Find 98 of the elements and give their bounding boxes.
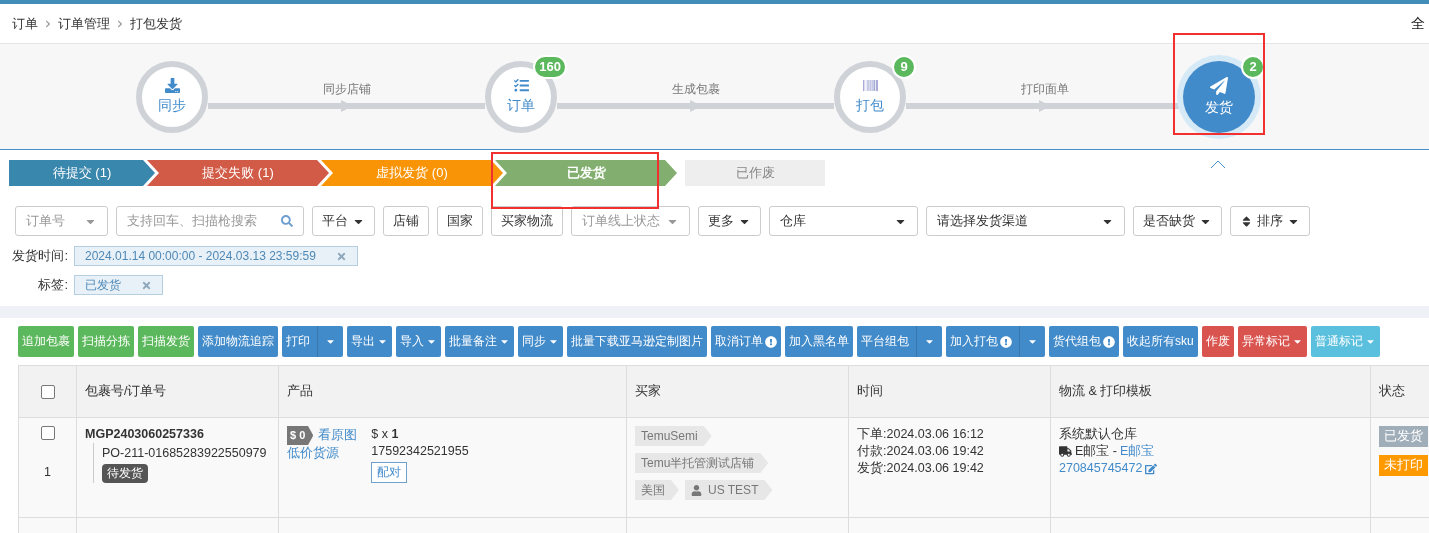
list-icon [513,78,529,93]
buyer-tag: TemuSemi [635,426,712,446]
warehouse-text: 系统默认仓库 [1059,426,1138,443]
column-header: 买家 [635,383,661,400]
close-icon[interactable] [141,279,152,291]
price-tag: $ 0 [287,426,314,445]
carrier-text: E邮宝 - [1075,443,1117,460]
alert-icon [765,335,777,348]
carrier-link[interactable]: E邮宝 [1120,443,1155,460]
filter-button[interactable]: 国家 [437,206,483,236]
pair-button[interactable]: 配对 [371,462,408,483]
user-icon [691,484,702,496]
action-button[interactable]: 普通标记 [1310,326,1380,357]
dropdown-button[interactable]: 是否缺货 [1133,206,1222,236]
action-button[interactable]: 平台组包 [857,326,942,357]
action-button[interactable]: 异常标记 [1237,326,1307,357]
dropdown-button[interactable]: 平台 [312,206,375,236]
action-button[interactable]: 取消订单 [711,326,781,357]
filter-label: 发货时间: [11,247,68,265]
action-button[interactable]: 打印 [282,326,343,357]
barcode-icon [862,78,878,93]
column-header: 物流 & 打印模板 [1059,383,1153,400]
sort-icon [1240,214,1253,228]
filter-button[interactable]: 店铺 [383,206,429,236]
action-button[interactable]: 扫描分拣 [78,326,134,357]
alert-icon [1103,335,1115,348]
action-button[interactable]: 导出 [347,326,392,357]
column-header: 状态 [1379,383,1405,400]
status-tab[interactable]: 提交失败 (1) [147,160,329,186]
truck-icon [1059,445,1072,458]
pointer-icon [1211,159,1225,168]
action-button[interactable]: 批量备注 [445,326,514,357]
close-icon[interactable] [335,250,347,262]
select-field[interactable]: 请选择发货渠道 [926,206,1125,236]
buyer-tag: Temu半托管测试店铺 [635,453,769,473]
filter-button[interactable]: 买家物流 [491,206,563,236]
status-label: 未打印 [1379,455,1428,476]
time-text: 下单:2024.03.06 16:12 [857,426,985,443]
buyer-name-tag: US TEST [685,480,773,500]
select-field[interactable]: 订单线上状态 [571,206,690,236]
action-button[interactable]: 同步 [518,326,563,357]
breadcrumb-item[interactable]: 订单管理 [58,14,110,33]
status-tab[interactable]: 虚拟发货 (0) [321,160,503,186]
step-node[interactable]: 同步 [136,60,208,133]
action-button[interactable]: 导入 [396,326,441,357]
time-text: 付款:2024.03.06 19:42 [857,443,985,460]
time-text: 发货:2024.03.06 19:42 [857,460,985,477]
edit-icon[interactable] [1145,462,1158,475]
column-header: 时间 [857,383,883,400]
action-button[interactable]: 添加物流追踪 [198,326,278,357]
paper-plane-icon [1210,76,1228,95]
action-button[interactable]: 加入黑名单 [785,326,853,357]
action-button[interactable]: 扫描发货 [138,326,194,357]
filter-chip[interactable]: 2024.01.14 00:00:00 - 2024.03.13 23:59:59 [74,246,358,266]
status-tab[interactable]: 已发货 [495,160,677,186]
header-text: 全 [1411,14,1425,33]
action-button[interactable]: 作废 [1201,326,1234,357]
package-number: MGP2403060257336 [85,426,205,443]
column-header: 包裹号/订单号 [85,383,167,400]
step-label: 打印面单 [1020,81,1069,98]
count-badge: 160 [533,54,567,79]
filter-chip[interactable]: 已发货 [74,275,163,295]
status-label: 已发货 [1379,426,1428,447]
checkbox[interactable] [40,384,55,399]
buyer-tag: 美国 [635,480,679,500]
quantity-text: $ x 1 [371,426,399,443]
search-icon [281,215,293,227]
status-tab[interactable]: 待提交 (1) [9,160,155,186]
select-field[interactable]: 订单号 [15,206,108,236]
count-badge: 9 [892,54,916,79]
order-number: PO-211-01685283922550979 [102,445,268,462]
search-field[interactable]: 支持回车、扫描枪搜索 [116,206,304,236]
breadcrumb-item[interactable]: 订单 [12,14,38,33]
status-tab[interactable]: 已作废 [685,160,825,186]
action-button[interactable]: 批量下载亚马逊定制图片 [567,326,707,357]
action-button[interactable]: 货代组包 [1049,326,1119,357]
order-status-badge: 待发货 [102,464,148,483]
breadcrumb-item[interactable]: 打包发货 [130,14,182,33]
row-index: 1 [44,464,51,481]
alert-icon [1000,335,1012,348]
step-label: 同步店铺 [322,81,371,98]
action-button[interactable]: 收起所有sku [1123,326,1198,357]
dropdown-button[interactable]: 更多 [698,206,761,236]
sku-text: 17592342521955 [371,443,469,460]
product-link[interactable]: 看原图 [318,427,358,444]
column-header: 产品 [287,383,313,400]
sort-button[interactable]: 排序 [1230,206,1310,236]
select-field[interactable]: 仓库 [769,206,918,236]
product-link[interactable]: 低价货源 [287,445,339,462]
step-label: 生成包裹 [671,81,720,98]
action-button[interactable]: 加入打包 [946,326,1045,357]
action-button[interactable]: 追加包裹 [18,326,74,357]
chevron-icon [116,19,124,28]
filter-label: 标签: [37,276,68,294]
download-icon [164,78,180,93]
chevron-icon [44,19,52,28]
tracking-link[interactable]: 270845745472 [1059,460,1143,477]
checkbox[interactable] [40,426,55,440]
